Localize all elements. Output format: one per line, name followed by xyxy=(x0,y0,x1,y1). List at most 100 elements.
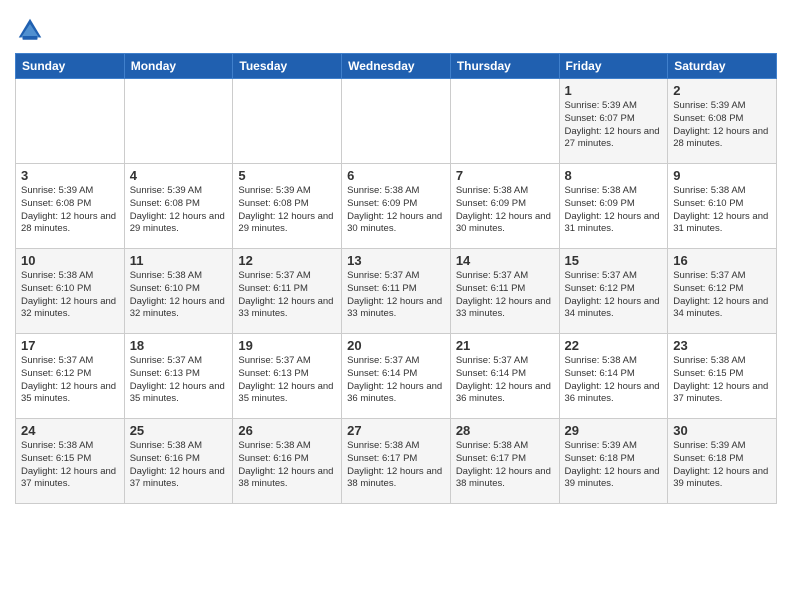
day-number: 26 xyxy=(238,423,336,438)
day-info: Sunrise: 5:37 AM Sunset: 6:11 PM Dayligh… xyxy=(238,270,336,321)
day-number: 27 xyxy=(347,423,445,438)
day-info: Sunrise: 5:39 AM Sunset: 6:18 PM Dayligh… xyxy=(673,440,771,491)
day-info: Sunrise: 5:37 AM Sunset: 6:13 PM Dayligh… xyxy=(130,355,228,406)
day-number: 12 xyxy=(238,253,336,268)
calendar-cell: 9 Sunrise: 5:38 AM Sunset: 6:10 PM Daylig… xyxy=(668,164,777,249)
calendar-cell: 1 Sunrise: 5:39 AM Sunset: 6:07 PM Daylig… xyxy=(559,79,668,164)
day-number: 15 xyxy=(565,253,663,268)
calendar-cell: 18 Sunrise: 5:37 AM Sunset: 6:13 PM Dayli… xyxy=(124,334,233,419)
calendar-cell: 4Sunrise: 5:39 AM Sunset: 6:08 PM Daylig… xyxy=(124,164,233,249)
day-info: Sunrise: 5:39 AM Sunset: 6:08 PM Dayligh… xyxy=(673,100,771,151)
day-info: Sunrise: 5:38 AM Sunset: 6:09 PM Dayligh… xyxy=(456,185,554,236)
day-number: 5 xyxy=(238,168,336,183)
day-info: Sunrise: 5:38 AM Sunset: 6:10 PM Dayligh… xyxy=(673,185,771,236)
day-info: Sunrise: 5:38 AM Sunset: 6:17 PM Dayligh… xyxy=(456,440,554,491)
day-info: Sunrise: 5:39 AM Sunset: 6:08 PM Dayligh… xyxy=(130,185,228,236)
day-number: 7 xyxy=(456,168,554,183)
day-number: 20 xyxy=(347,338,445,353)
day-info: Sunrise: 5:38 AM Sunset: 6:10 PM Dayligh… xyxy=(130,270,228,321)
day-info: Sunrise: 5:37 AM Sunset: 6:14 PM Dayligh… xyxy=(347,355,445,406)
calendar-header-saturday: Saturday xyxy=(668,54,777,79)
calendar-header-row: SundayMondayTuesdayWednesdayThursdayFrid… xyxy=(16,54,777,79)
day-info: Sunrise: 5:39 AM Sunset: 6:08 PM Dayligh… xyxy=(238,185,336,236)
day-number: 21 xyxy=(456,338,554,353)
calendar-cell: 20 Sunrise: 5:37 AM Sunset: 6:14 PM Dayli… xyxy=(342,334,451,419)
day-number: 28 xyxy=(456,423,554,438)
day-number: 25 xyxy=(130,423,228,438)
day-number: 8 xyxy=(565,168,663,183)
calendar-cell: 24Sunrise: 5:38 AM Sunset: 6:15 PM Dayli… xyxy=(16,419,125,504)
day-info: Sunrise: 5:38 AM Sunset: 6:09 PM Dayligh… xyxy=(565,185,663,236)
calendar-cell xyxy=(16,79,125,164)
calendar-cell: 22 Sunrise: 5:38 AM Sunset: 6:14 PM Dayli… xyxy=(559,334,668,419)
calendar-header-thursday: Thursday xyxy=(450,54,559,79)
day-info: Sunrise: 5:38 AM Sunset: 6:14 PM Dayligh… xyxy=(565,355,663,406)
main-container: SundayMondayTuesdayWednesdayThursdayFrid… xyxy=(0,0,792,514)
day-info: Sunrise: 5:39 AM Sunset: 6:18 PM Dayligh… xyxy=(565,440,663,491)
calendar-cell: 2 Sunrise: 5:39 AM Sunset: 6:08 PM Daylig… xyxy=(668,79,777,164)
calendar-header-sunday: Sunday xyxy=(16,54,125,79)
day-info: Sunrise: 5:37 AM Sunset: 6:13 PM Dayligh… xyxy=(238,355,336,406)
day-info: Sunrise: 5:38 AM Sunset: 6:09 PM Dayligh… xyxy=(347,185,445,236)
day-number: 30 xyxy=(673,423,771,438)
calendar-header-monday: Monday xyxy=(124,54,233,79)
calendar-week-5: 24Sunrise: 5:38 AM Sunset: 6:15 PM Dayli… xyxy=(16,419,777,504)
header xyxy=(15,10,777,45)
calendar-cell: 6 Sunrise: 5:38 AM Sunset: 6:09 PM Daylig… xyxy=(342,164,451,249)
day-info: Sunrise: 5:37 AM Sunset: 6:12 PM Dayligh… xyxy=(21,355,119,406)
calendar-cell: 7 Sunrise: 5:38 AM Sunset: 6:09 PM Daylig… xyxy=(450,164,559,249)
calendar-cell xyxy=(233,79,342,164)
calendar-cell xyxy=(450,79,559,164)
day-number: 22 xyxy=(565,338,663,353)
calendar-cell: 13Sunrise: 5:37 AM Sunset: 6:11 PM Dayli… xyxy=(342,249,451,334)
logo xyxy=(15,15,49,45)
day-number: 19 xyxy=(238,338,336,353)
calendar-cell: 5 Sunrise: 5:39 AM Sunset: 6:08 PM Daylig… xyxy=(233,164,342,249)
day-number: 29 xyxy=(565,423,663,438)
day-number: 10 xyxy=(21,253,119,268)
day-number: 3 xyxy=(21,168,119,183)
day-info: Sunrise: 5:39 AM Sunset: 6:07 PM Dayligh… xyxy=(565,100,663,151)
day-number: 6 xyxy=(347,168,445,183)
day-number: 9 xyxy=(673,168,771,183)
calendar-cell: 26Sunrise: 5:38 AM Sunset: 6:16 PM Dayli… xyxy=(233,419,342,504)
calendar-cell: 17Sunrise: 5:37 AM Sunset: 6:12 PM Dayli… xyxy=(16,334,125,419)
calendar-cell: 19 Sunrise: 5:37 AM Sunset: 6:13 PM Dayli… xyxy=(233,334,342,419)
day-info: Sunrise: 5:37 AM Sunset: 6:11 PM Dayligh… xyxy=(347,270,445,321)
calendar-header-tuesday: Tuesday xyxy=(233,54,342,79)
day-info: Sunrise: 5:37 AM Sunset: 6:11 PM Dayligh… xyxy=(456,270,554,321)
calendar-cell: 29 Sunrise: 5:39 AM Sunset: 6:18 PM Dayli… xyxy=(559,419,668,504)
calendar-table: SundayMondayTuesdayWednesdayThursdayFrid… xyxy=(15,53,777,504)
day-info: Sunrise: 5:38 AM Sunset: 6:17 PM Dayligh… xyxy=(347,440,445,491)
calendar-cell xyxy=(342,79,451,164)
calendar-cell: 16Sunrise: 5:37 AM Sunset: 6:12 PM Dayli… xyxy=(668,249,777,334)
day-number: 23 xyxy=(673,338,771,353)
day-number: 11 xyxy=(130,253,228,268)
day-info: Sunrise: 5:37 AM Sunset: 6:12 PM Dayligh… xyxy=(673,270,771,321)
day-info: Sunrise: 5:38 AM Sunset: 6:15 PM Dayligh… xyxy=(673,355,771,406)
calendar-cell xyxy=(124,79,233,164)
calendar-cell: 15 Sunrise: 5:37 AM Sunset: 6:12 PM Dayli… xyxy=(559,249,668,334)
day-info: Sunrise: 5:39 AM Sunset: 6:08 PM Dayligh… xyxy=(21,185,119,236)
day-info: Sunrise: 5:37 AM Sunset: 6:12 PM Dayligh… xyxy=(565,270,663,321)
day-number: 18 xyxy=(130,338,228,353)
calendar-week-1: 1 Sunrise: 5:39 AM Sunset: 6:07 PM Daylig… xyxy=(16,79,777,164)
day-number: 2 xyxy=(673,83,771,98)
calendar-cell: 8 Sunrise: 5:38 AM Sunset: 6:09 PM Daylig… xyxy=(559,164,668,249)
calendar-cell: 11 Sunrise: 5:38 AM Sunset: 6:10 PM Dayli… xyxy=(124,249,233,334)
day-info: Sunrise: 5:38 AM Sunset: 6:10 PM Dayligh… xyxy=(21,270,119,321)
calendar-cell: 30 Sunrise: 5:39 AM Sunset: 6:18 PM Dayli… xyxy=(668,419,777,504)
day-number: 1 xyxy=(565,83,663,98)
calendar-week-2: 3 Sunrise: 5:39 AM Sunset: 6:08 PM Daylig… xyxy=(16,164,777,249)
calendar-week-3: 10 Sunrise: 5:38 AM Sunset: 6:10 PM Dayli… xyxy=(16,249,777,334)
calendar-cell: 27 Sunrise: 5:38 AM Sunset: 6:17 PM Dayli… xyxy=(342,419,451,504)
logo-icon xyxy=(15,15,45,45)
calendar-cell: 12 Sunrise: 5:37 AM Sunset: 6:11 PM Dayli… xyxy=(233,249,342,334)
day-number: 24 xyxy=(21,423,119,438)
calendar-cell: 28 Sunrise: 5:38 AM Sunset: 6:17 PM Dayli… xyxy=(450,419,559,504)
calendar-header-wednesday: Wednesday xyxy=(342,54,451,79)
day-info: Sunrise: 5:38 AM Sunset: 6:16 PM Dayligh… xyxy=(130,440,228,491)
calendar-week-4: 17Sunrise: 5:37 AM Sunset: 6:12 PM Dayli… xyxy=(16,334,777,419)
calendar-cell: 14Sunrise: 5:37 AM Sunset: 6:11 PM Dayli… xyxy=(450,249,559,334)
calendar-cell: 3 Sunrise: 5:39 AM Sunset: 6:08 PM Daylig… xyxy=(16,164,125,249)
